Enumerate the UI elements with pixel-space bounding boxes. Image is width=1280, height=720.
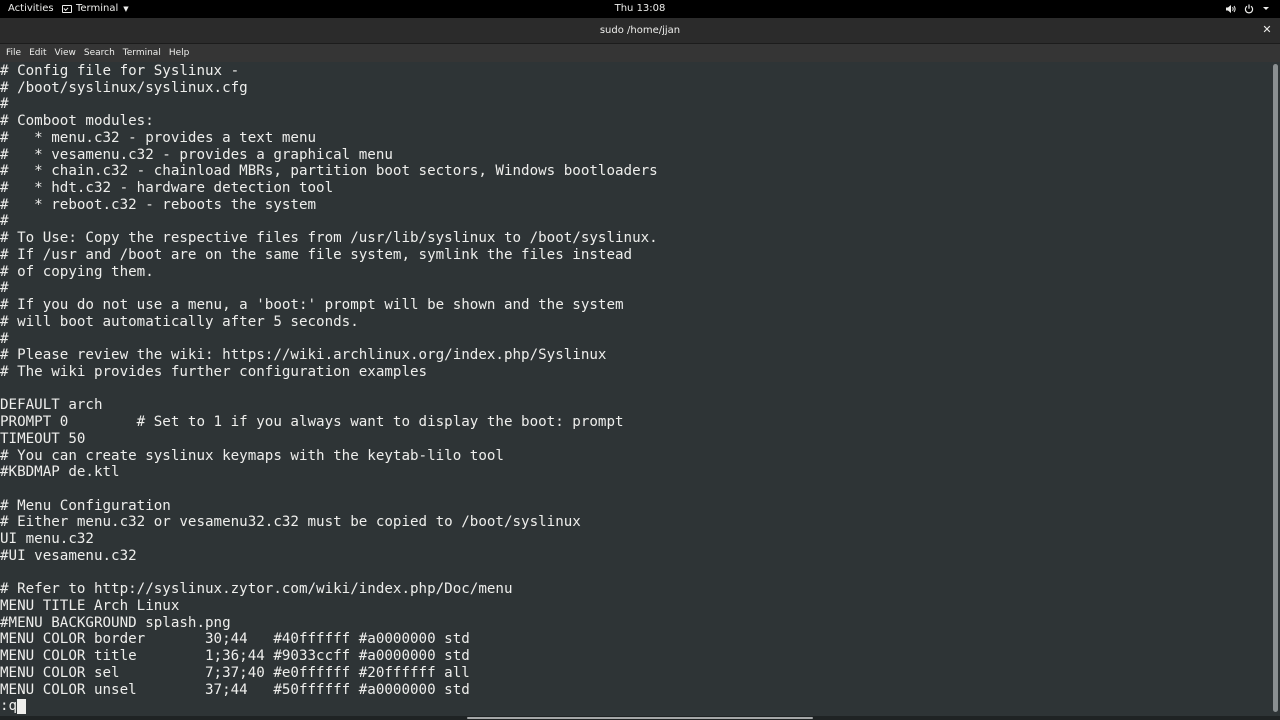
terminal-line: # Refer to http://syslinux.zytor.com/wik… bbox=[0, 581, 513, 598]
terminal-line: #KBDMAP de.ktl bbox=[0, 464, 120, 481]
menu-file[interactable]: File bbox=[2, 44, 25, 62]
terminal-line: MENU COLOR sel 7;37;40 #e0ffffff #20ffff… bbox=[0, 664, 470, 681]
clock[interactable]: Thu 13:08 bbox=[0, 0, 1280, 18]
terminal-line: MENU COLOR unsel 37;44 #50ffffff #a00000… bbox=[0, 681, 470, 698]
terminal-line: # bbox=[0, 213, 9, 230]
menu-bar: File Edit View Search Terminal Help bbox=[0, 44, 1280, 62]
terminal-line: MENU COLOR title 1;36;44 #9033ccff #a000… bbox=[0, 648, 470, 665]
close-button[interactable]: ✕ bbox=[1260, 23, 1274, 37]
terminal-line: # Menu Configuration bbox=[0, 497, 171, 514]
volume-icon bbox=[1226, 5, 1236, 13]
terminal-line: # * chain.c32 - chainload MBRs, partitio… bbox=[0, 163, 658, 180]
terminal-line: # of copying them. bbox=[0, 263, 154, 280]
terminal-line: # * hdt.c32 - hardware detection tool bbox=[0, 180, 334, 197]
terminal-content[interactable]: # Config file for Syslinux - # /boot/sysl… bbox=[0, 62, 1270, 716]
terminal-line: # Config file for Syslinux - bbox=[0, 63, 240, 79]
terminal-line: # bbox=[0, 280, 9, 297]
terminal-line: #MENU BACKGROUND splash.png bbox=[0, 614, 231, 631]
terminal-line: PROMPT 0 # Set to 1 if you always want t… bbox=[0, 414, 624, 431]
window-titlebar[interactable]: sudo /home/jjan ✕ bbox=[0, 18, 1280, 44]
terminal-line: # * menu.c32 - provides a text menu bbox=[0, 129, 317, 146]
menu-search[interactable]: Search bbox=[80, 44, 119, 62]
horizontal-scrollbar-thumb[interactable] bbox=[467, 717, 813, 719]
vertical-scrollbar[interactable] bbox=[1270, 62, 1280, 716]
terminal-line: # To Use: Copy the respective files from… bbox=[0, 230, 658, 247]
terminal-line: # * reboot.c32 - reboots the system bbox=[0, 196, 317, 213]
vertical-scrollbar-thumb[interactable] bbox=[1273, 64, 1278, 712]
power-icon bbox=[1244, 4, 1254, 14]
terminal-line: #UI vesamenu.c32 bbox=[0, 547, 137, 564]
terminal-line: # Either menu.c32 or vesamenu32.c32 must… bbox=[0, 514, 581, 531]
terminal-line: # bbox=[0, 330, 9, 347]
menu-help[interactable]: Help bbox=[165, 44, 194, 62]
terminal-line: # bbox=[0, 96, 9, 113]
terminal-line: DEFAULT arch bbox=[0, 397, 103, 414]
terminal-line: # will boot automatically after 5 second… bbox=[0, 313, 359, 330]
terminal-line: TIMEOUT 50 bbox=[0, 430, 86, 447]
terminal-text: # Config file for Syslinux - # /boot/sysl… bbox=[0, 63, 1270, 698]
terminal-line: # If you do not use a menu, a 'boot:' pr… bbox=[0, 297, 624, 314]
system-status-menu[interactable] bbox=[1225, 0, 1270, 18]
terminal-line: UI menu.c32 bbox=[0, 531, 94, 548]
menu-view[interactable]: View bbox=[51, 44, 80, 62]
terminal-line: # You can create syslinux keymaps with t… bbox=[0, 447, 504, 464]
menu-terminal[interactable]: Terminal bbox=[119, 44, 165, 62]
menu-edit[interactable]: Edit bbox=[25, 44, 50, 62]
command-line[interactable]: :q bbox=[0, 698, 1270, 715]
terminal-line: # Comboot modules: bbox=[0, 113, 154, 130]
chevron-down-icon bbox=[1263, 7, 1269, 10]
top-bar: Activities Terminal ▼ Thu 13:08 bbox=[0, 0, 1280, 18]
terminal-line: # * vesamenu.c32 - provides a graphical … bbox=[0, 146, 393, 163]
terminal-line: MENU TITLE Arch Linux bbox=[0, 598, 180, 614]
terminal-line: # If /usr and /boot are on the same file… bbox=[0, 246, 633, 263]
command-text: :q bbox=[0, 698, 18, 715]
terminal-line: # Please review the wiki: https://wiki.a… bbox=[0, 347, 607, 364]
terminal-line: MENU COLOR border 30;44 #40ffffff #a0000… bbox=[0, 631, 470, 648]
window-title: sudo /home/jjan bbox=[599, 25, 681, 36]
horizontal-scrollbar[interactable] bbox=[0, 716, 1280, 720]
terminal-line: # The wiki provides further configuratio… bbox=[0, 363, 428, 380]
cursor bbox=[17, 699, 26, 715]
terminal-line: # /boot/syslinux/syslinux.cfg bbox=[0, 79, 248, 96]
